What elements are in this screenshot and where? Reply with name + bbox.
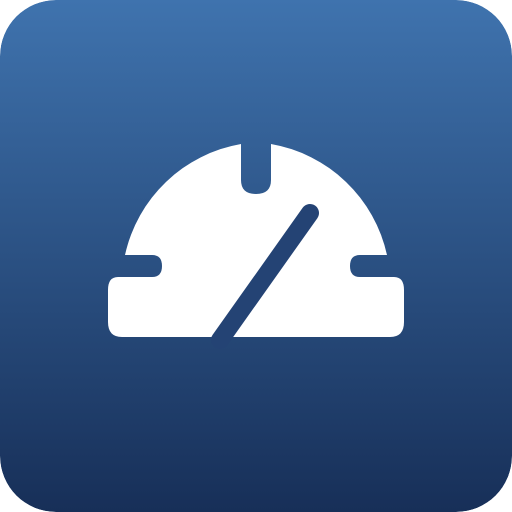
app-icon[interactable] — [0, 0, 512, 512]
speedometer-icon — [0, 0, 512, 512]
